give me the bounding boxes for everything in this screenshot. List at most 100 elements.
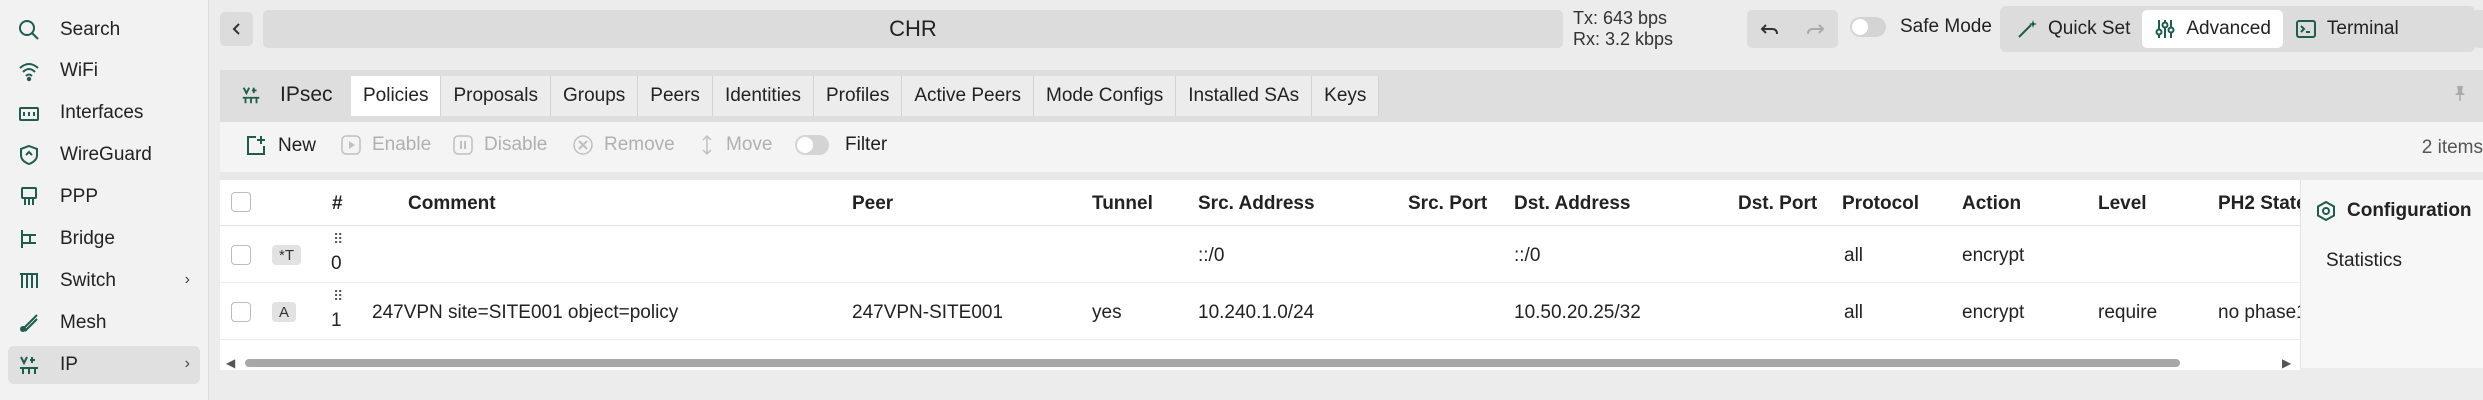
safe-mode-label: Safe Mode (1900, 16, 1992, 37)
tab-mode-configs[interactable]: Mode Configs (1034, 76, 1177, 116)
safe-mode: Safe Mode (1850, 16, 1992, 38)
quick-set-button[interactable]: Quick Set (2004, 10, 2142, 48)
divider (220, 172, 2483, 180)
safe-mode-toggle[interactable] (1850, 17, 1886, 37)
chevron-right-icon: › (184, 355, 190, 372)
table-row[interactable]: *T ⠿ 0 ::/0 ::/0 all encrypt (220, 227, 2300, 283)
policies-table: # Comment Peer Tunnel Src. Address Src. … (220, 180, 2307, 368)
sidebar-item-ppp[interactable]: PPP (8, 178, 200, 216)
sidebar-item-wireguard[interactable]: WireGuard (8, 136, 200, 174)
sidebar-item-switch[interactable]: Switch › (8, 262, 200, 300)
column-header-tunnel[interactable]: Tunnel (1092, 193, 1153, 215)
remove-label: Remove (604, 134, 675, 155)
configuration-link[interactable]: Configuration (2315, 200, 2472, 222)
sidebar-item-ip[interactable]: IP › (8, 346, 200, 384)
panel-tabbar: IPsec Policies Proposals Groups Peers Id… (220, 70, 2483, 122)
remove-button[interactable]: Remove (572, 134, 675, 156)
enable-button[interactable]: Enable (340, 134, 431, 156)
row-checkbox[interactable] (231, 302, 251, 322)
sidebar-item-search[interactable]: Search (8, 11, 200, 49)
filter-label: Filter (845, 134, 888, 155)
tab-identities[interactable]: Identities (712, 76, 814, 116)
cell-dst-address: 10.50.20.25/32 (1514, 302, 1641, 323)
configuration-icon (2317, 200, 2335, 222)
wireguard-icon (14, 140, 44, 170)
window-title: CHR (263, 10, 1563, 48)
column-header-dst-port[interactable]: Dst. Port (1738, 193, 1817, 215)
sidebar-item-label: WireGuard (60, 144, 152, 165)
panel-title-text: IPsec (280, 83, 333, 106)
cell-number: 1 (331, 310, 342, 331)
tab-list: Policies Proposals Groups Peers Identiti… (351, 76, 1380, 116)
scroll-left-icon[interactable]: ◀ (226, 356, 235, 370)
column-header-comment[interactable]: Comment (408, 193, 496, 215)
tab-installed-sas[interactable]: Installed SAs (1176, 76, 1313, 116)
sidebar-item-label: Mesh (60, 312, 107, 333)
disable-button[interactable]: Disable (452, 134, 547, 156)
column-header-number[interactable]: # (332, 193, 343, 215)
select-all-checkbox[interactable] (231, 192, 251, 212)
sidebar-item-interfaces[interactable]: Interfaces (8, 94, 200, 132)
tx-rate: Tx: 643 bps (1573, 8, 1668, 28)
undo-redo-group (1747, 10, 1838, 48)
column-header-action[interactable]: Action (1962, 193, 2021, 215)
column-header-peer[interactable]: Peer (852, 193, 893, 215)
new-button[interactable]: New (244, 134, 316, 158)
items-count: 2 items (2421, 137, 2483, 158)
remove-icon (573, 135, 593, 155)
undo-icon (1760, 24, 1778, 35)
cell-comment: 247VPN site=SITE001 object=policy (372, 302, 679, 323)
sidebar-item-wifi[interactable]: WiFi (8, 52, 200, 90)
back-button[interactable] (220, 12, 253, 46)
horizontal-scrollbar[interactable]: ◀ ▶ (220, 356, 2300, 370)
search-icon (14, 15, 44, 45)
statistics-link[interactable]: Statistics (2326, 250, 2402, 272)
filter-switch[interactable] (795, 135, 829, 155)
table-row[interactable]: A ⠿ 1 247VPN site=SITE001 object=policy … (220, 284, 2300, 340)
sidebar-item-bridge[interactable]: Bridge (8, 220, 200, 258)
cell-src-address: ::/0 (1198, 245, 1225, 266)
panel-title: IPsec (240, 83, 333, 107)
move-button[interactable]: Move (698, 134, 772, 156)
chevron-right-icon: › (184, 271, 190, 288)
column-header-dst-address[interactable]: Dst. Address (1514, 193, 1631, 215)
drag-handle-icon[interactable]: ⠿ (333, 289, 343, 303)
mode-switcher: Quick Set Advanced Terminal (2000, 6, 2475, 52)
filter-toggle[interactable]: Filter (795, 134, 887, 156)
undo-button[interactable] (1747, 10, 1793, 48)
play-icon (341, 135, 361, 155)
scrollbar-thumb[interactable] (245, 359, 2180, 367)
column-header-level[interactable]: Level (2098, 193, 2147, 215)
terminal-icon (2295, 20, 2316, 38)
column-header-src-address[interactable]: Src. Address (1198, 193, 1315, 215)
tab-groups[interactable]: Groups (550, 76, 639, 116)
tab-peers[interactable]: Peers (638, 76, 713, 116)
more-menu-button[interactable]: ⋮ (2473, 10, 2483, 48)
table-header: # Comment Peer Tunnel Src. Address Src. … (220, 180, 2307, 226)
move-icon (702, 134, 712, 156)
cell-dst-address: ::/0 (1514, 245, 1541, 266)
column-header-protocol[interactable]: Protocol (1842, 193, 1919, 215)
tab-proposals[interactable]: Proposals (441, 76, 551, 116)
tab-active-peers[interactable]: Active Peers (902, 76, 1034, 116)
tab-profiles[interactable]: Profiles (813, 76, 903, 116)
disable-label: Disable (484, 134, 548, 155)
drag-handle-icon[interactable]: ⠿ (333, 232, 343, 246)
tab-keys[interactable]: Keys (1312, 76, 1380, 116)
tab-policies[interactable]: Policies (351, 76, 442, 116)
cell-ph2-state: no phase1 (2218, 302, 2300, 323)
sidebar-item-mesh[interactable]: Mesh (8, 304, 200, 342)
scroll-right-icon[interactable]: ▶ (2282, 356, 2291, 370)
rx-rate: Rx: 3.2 kbps (1573, 29, 1674, 49)
column-header-ph2-state[interactable]: PH2 State (2218, 193, 2307, 215)
column-header-src-port[interactable]: Src. Port (1408, 193, 1487, 215)
terminal-button[interactable]: Terminal (2283, 10, 2411, 48)
pin-icon[interactable] (2451, 84, 2469, 108)
cell-action: encrypt (1962, 245, 2025, 266)
advanced-button[interactable]: Advanced (2142, 10, 2283, 48)
bridge-icon (14, 224, 44, 254)
wifi-icon (14, 56, 44, 86)
row-checkbox[interactable] (231, 245, 251, 265)
move-label: Move (726, 134, 773, 155)
redo-button[interactable] (1793, 10, 1839, 48)
